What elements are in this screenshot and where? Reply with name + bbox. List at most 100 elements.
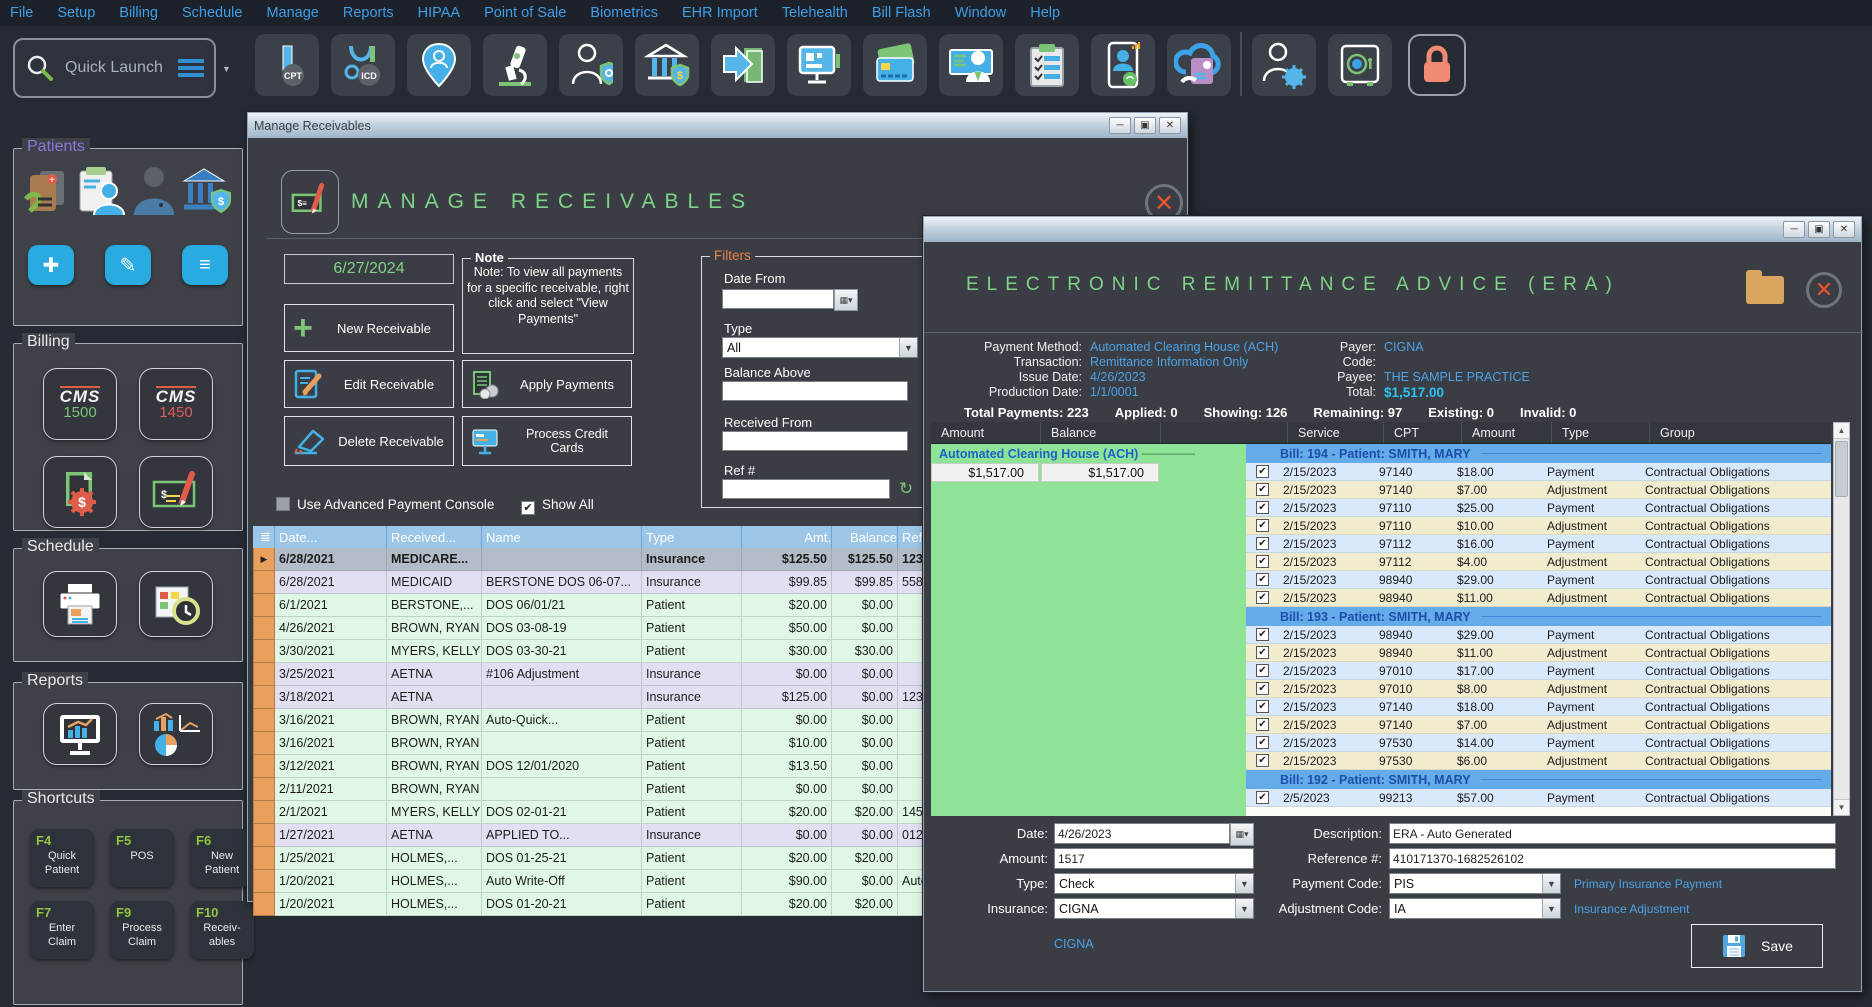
era-service-row[interactable]: ✔2/15/202397010$8.00AdjustmentContractua… (1246, 680, 1831, 698)
date-from-picker-button[interactable]: ▦▾ (834, 289, 858, 311)
menu-item-ehr-import[interactable]: EHR Import (682, 5, 758, 21)
era-service-row[interactable]: ✔2/15/202397010$17.00PaymentContractual … (1246, 662, 1831, 680)
receivable-row[interactable]: 2/11/2021BROWN, RYANPatient$0.00$0.00 (253, 778, 923, 801)
era-close-circle-button[interactable]: ✕ (1806, 272, 1842, 308)
advanced-payment-console-checkbox[interactable]: Use Advanced Payment Console (276, 496, 494, 514)
save-button[interactable]: Save (1691, 924, 1823, 968)
era-service-row[interactable]: ✔2/15/202397530$14.00PaymentContractual … (1246, 734, 1831, 752)
era-payment-code-select[interactable]: PIS▼ (1389, 873, 1561, 894)
service-row-checkbox[interactable]: ✔ (1256, 682, 1269, 695)
service-row-checkbox[interactable]: ✔ (1256, 519, 1269, 532)
patient-id-card-button[interactable] (939, 34, 1003, 96)
mr-maximize-button[interactable]: ▣ (1134, 117, 1156, 134)
task-checklist-button[interactable] (1015, 34, 1079, 96)
quick-launch-caret[interactable]: ▼ (222, 64, 231, 74)
era-close-button[interactable]: ✕ (1833, 221, 1855, 238)
payments-col-amount[interactable]: Amount (931, 422, 1041, 443)
remote-monitor-button[interactable] (787, 34, 851, 96)
quick-launch[interactable]: Quick Launch (13, 38, 216, 98)
receivable-row[interactable]: 4/26/2021BROWN, RYANDOS 03-08-19Patient$… (253, 617, 923, 640)
services-col-service[interactable]: Service (1288, 422, 1384, 443)
service-row-checkbox[interactable]: ✔ (1256, 483, 1269, 496)
services-col-group[interactable]: Group (1650, 422, 1831, 443)
menu-item-manage[interactable]: Manage (266, 5, 318, 21)
menu-item-point-of-sale[interactable]: Point of Sale (484, 5, 566, 21)
era-service-row[interactable]: ✔2/15/202397140$7.00AdjustmentContractua… (1246, 716, 1831, 734)
receivable-row[interactable]: 1/20/2021HOLMES,...Auto Write-OffPatient… (253, 870, 923, 893)
telehealth-phone-button[interactable] (1091, 34, 1155, 96)
receivable-row[interactable]: 6/28/2021MEDICAIDBERSTONE DOS 06-07...In… (253, 571, 923, 594)
col-received[interactable]: Received... (387, 526, 482, 548)
bill-group-header[interactable]: Bill: 194 - Patient: SMITH, MARY (1246, 444, 1831, 463)
receivable-row[interactable]: 3/16/2021BROWN, RYANAuto-Quick...Patient… (253, 709, 923, 732)
mr-close-button[interactable]: ✕ (1159, 117, 1181, 134)
edit-receivable-button[interactable]: Edit Receivable (284, 360, 454, 408)
scrollbar-thumb[interactable] (1835, 441, 1848, 497)
shortcut-f10-receivables[interactable]: F10Receiv- ables (190, 901, 254, 959)
era-type-select[interactable]: Check▼ (1054, 873, 1254, 894)
era-minimize-button[interactable]: ─ (1783, 221, 1805, 238)
receivable-row[interactable]: 3/16/2021BROWN, RYANPatient$10.00$0.00 (253, 732, 923, 755)
service-row-checkbox[interactable]: ✔ (1256, 537, 1269, 550)
scheduler-button[interactable] (139, 571, 213, 637)
patient-charts-icon[interactable]: + (24, 165, 70, 217)
era-service-row[interactable]: ✔2/15/202397140$7.00AdjustmentContractua… (1246, 481, 1831, 499)
receivable-row[interactable]: 3/25/2021AETNA#106 AdjustmentInsurance$0… (253, 663, 923, 686)
era-service-row[interactable]: ✔2/5/202399213$57.00PaymentContractual O… (1246, 789, 1831, 807)
cms-1500-button[interactable]: CMS 1500 (43, 368, 117, 440)
show-all-checkbox[interactable]: ✔Show All (521, 496, 594, 515)
service-row-checkbox[interactable]: ✔ (1256, 736, 1269, 749)
provider-location-button[interactable] (407, 34, 471, 96)
mr-titlebar[interactable]: Manage Receivables ─ ▣ ✕ (248, 113, 1187, 138)
service-row-checkbox[interactable]: ✔ (1256, 501, 1269, 514)
bill-group-header[interactable]: Bill: 192 - Patient: SMITH, MARY (1246, 770, 1831, 789)
era-adjustment-code-select[interactable]: IA▼ (1389, 898, 1561, 919)
receivable-row[interactable]: 1/20/2021HOLMES,...DOS 01-20-21Patient$2… (253, 893, 923, 916)
era-service-row[interactable]: ✔2/15/202398940$11.00AdjustmentContractu… (1246, 644, 1831, 662)
payments-col-balance[interactable]: Balance (1041, 422, 1161, 443)
era-service-row[interactable]: ✔2/15/202397112$4.00AdjustmentContractua… (1246, 553, 1831, 571)
service-row-checkbox[interactable]: ✔ (1256, 700, 1269, 713)
shortcut-f5-pos[interactable]: F5POS (110, 829, 174, 887)
menu-hamburger-icon[interactable] (178, 59, 204, 77)
col-balance[interactable]: Balance (832, 526, 898, 548)
patient-institution-icon[interactable]: $ (182, 165, 232, 217)
col-ref[interactable]: Ref N (898, 526, 923, 548)
scroll-up-icon[interactable]: ▲ (1834, 423, 1849, 439)
receivable-row[interactable]: 3/12/2021BROWN, RYANDOS 12/01/2020Patien… (253, 755, 923, 778)
received-from-input[interactable] (722, 431, 908, 451)
lock-button[interactable] (1408, 34, 1466, 96)
era-service-row[interactable]: ✔2/15/202397140$18.00PaymentContractual … (1246, 463, 1831, 481)
service-row-checkbox[interactable]: ✔ (1256, 791, 1269, 804)
era-service-row[interactable]: ✔2/15/202398940$29.00PaymentContractual … (1246, 626, 1831, 644)
service-row-checkbox[interactable]: ✔ (1256, 555, 1269, 568)
era-service-row[interactable]: ✔2/15/202397110$10.00AdjustmentContractu… (1246, 517, 1831, 535)
menu-item-reports[interactable]: Reports (343, 5, 394, 21)
services-scrollbar[interactable]: ▲ ▼ (1833, 422, 1850, 816)
claims-export-button[interactable] (711, 34, 775, 96)
services-col-amount[interactable]: Amount (1462, 422, 1552, 443)
menu-item-help[interactable]: Help (1030, 5, 1060, 21)
new-receivable-button[interactable]: + New Receivable (284, 304, 454, 352)
add-patient-button[interactable]: ✚ (28, 245, 74, 285)
service-row-checkbox[interactable]: ✔ (1256, 664, 1269, 677)
menu-item-file[interactable]: File (10, 5, 33, 21)
receivable-row[interactable]: 6/1/2021BERSTONE,...DOS 06/01/21Patient$… (253, 594, 923, 617)
receivable-row[interactable]: 3/30/2021MYERS, KELLYDOS 03-30-21Patient… (253, 640, 923, 663)
patient-clipboard-icon[interactable] (76, 165, 126, 217)
print-schedule-button[interactable] (43, 571, 117, 637)
era-service-row[interactable]: ✔2/15/202397140$18.00PaymentContractual … (1246, 698, 1831, 716)
process-credit-cards-button[interactable]: Process Credit Cards (462, 416, 632, 466)
edit-patient-button[interactable]: ✎ (105, 245, 151, 285)
era-date-picker-button[interactable]: ▦▾ (1230, 823, 1254, 846)
bank-billing-button[interactable]: $ (635, 34, 699, 96)
service-row-checkbox[interactable]: ✔ (1256, 646, 1269, 659)
mr-current-date[interactable]: 6/27/2024 (284, 254, 454, 284)
check-writing-button[interactable]: $ (139, 456, 213, 528)
era-titlebar[interactable]: ─ ▣ ✕ (924, 217, 1861, 242)
lab-button[interactable] (483, 34, 547, 96)
service-row-checkbox[interactable]: ✔ (1256, 754, 1269, 767)
refresh-icon[interactable]: ↻ (894, 478, 918, 500)
era-date-input[interactable] (1054, 823, 1230, 844)
col-date[interactable]: Date... (275, 526, 387, 548)
